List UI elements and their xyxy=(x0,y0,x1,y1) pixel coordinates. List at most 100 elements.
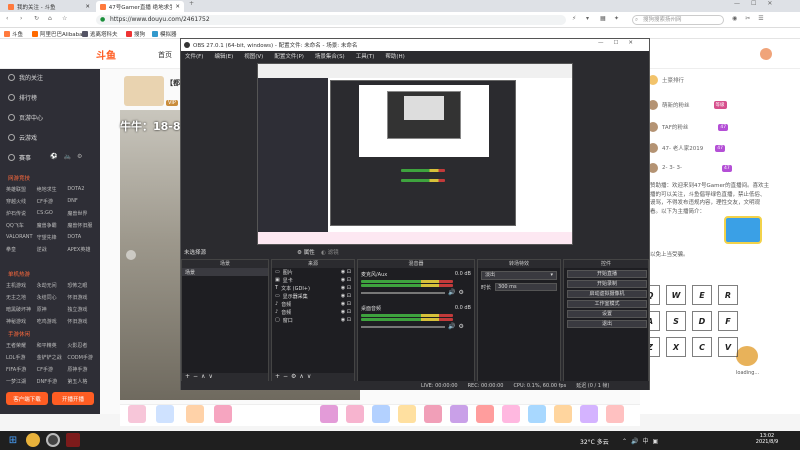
window-controls[interactable]: —☐✕ xyxy=(734,0,783,7)
sidebar-item-webgames[interactable]: 页游中心 xyxy=(8,112,43,122)
windows-start-icon[interactable]: ⊞ xyxy=(6,433,20,447)
exit-button[interactable]: 退出 xyxy=(567,320,647,328)
sidebar-game-link[interactable]: 炉石传说 xyxy=(6,210,37,217)
user-avatar[interactable] xyxy=(760,48,772,60)
forward-icon[interactable]: › xyxy=(20,15,22,22)
gift-item[interactable] xyxy=(372,405,390,423)
sidebar-game-link[interactable]: 拳皇 xyxy=(6,246,37,253)
sidebar-game-link[interactable]: 穿越火线 xyxy=(6,198,37,205)
sidebar-item-events[interactable]: 赛事 xyxy=(8,152,31,162)
search-input[interactable]: ⌕ 搜狗搜索扬州网 xyxy=(632,15,724,25)
tray-icons[interactable]: ⌃🔊中▣ xyxy=(622,436,662,445)
gift-item[interactable] xyxy=(554,405,572,423)
sidebar-game-link[interactable]: 原神手游 xyxy=(67,366,98,373)
chrome-icon[interactable] xyxy=(26,433,40,447)
gear-icon[interactable]: ⚙ xyxy=(458,323,463,330)
sidebar-game-link[interactable]: 恐怖之眼 xyxy=(67,282,98,289)
douyu-logo[interactable]: 斗鱼 xyxy=(96,47,130,62)
gift-item[interactable] xyxy=(156,405,174,423)
obs-preview[interactable] xyxy=(257,63,573,245)
sidebar-game-link[interactable]: DOTA2 xyxy=(67,186,98,193)
clock[interactable]: 13:02 2021/8/9 xyxy=(752,433,782,445)
sidebar-item-follow[interactable]: 我的关注 xyxy=(8,72,43,82)
source-item[interactable]: ♪ 音频 ◉ ⊡ xyxy=(272,300,354,308)
sidebar-game-link[interactable]: 独立游戏 xyxy=(67,306,98,313)
sidebar-game-link[interactable]: 第五人格 xyxy=(67,378,98,385)
sidebar-game-link[interactable]: 原神 xyxy=(37,306,68,313)
sidebar-game-link[interactable]: 魔兽争霸 xyxy=(37,222,68,229)
sidebar-game-link[interactable]: 无主之地 xyxy=(6,294,37,301)
gift-item[interactable] xyxy=(320,405,338,423)
streamer-avatar[interactable] xyxy=(124,76,164,106)
speaker-icon[interactable]: 🔊 xyxy=(448,289,455,296)
sidebar-game-link[interactable]: CF手游 xyxy=(37,198,68,205)
sidebar-game-link[interactable]: 绝地求生 xyxy=(37,186,68,193)
sidebar-game-link[interactable]: APEX英雄 xyxy=(67,246,98,253)
gift-item[interactable] xyxy=(214,405,232,423)
sidebar-game-link[interactable]: DNF手游 xyxy=(37,378,68,385)
home-icon[interactable]: ⌂ xyxy=(48,15,52,22)
sidebar-game-link[interactable]: LOL手游 xyxy=(6,354,37,361)
client-download-button[interactable]: 客户端下载 xyxy=(6,392,48,405)
sidebar-game-link[interactable]: 魔兽怀旧服 xyxy=(67,222,98,229)
sidebar-sport-icons[interactable]: ⚽🚲⚙ xyxy=(50,153,88,160)
transition-select[interactable]: 淡出 ▾ xyxy=(481,271,557,280)
sidebar-item-cloudgame[interactable]: 云游戏 xyxy=(8,132,37,142)
gift-item[interactable] xyxy=(128,405,146,423)
source-item[interactable]: ▣ 显卡 ◉ ⊡ xyxy=(272,276,354,284)
promo-badge-icon[interactable] xyxy=(724,216,762,244)
video-sound-icon[interactable] xyxy=(126,250,136,260)
rank-row[interactable]: 2- 3- 3- 47 xyxy=(648,163,732,173)
sidebar-game-link[interactable]: CF手游 xyxy=(37,366,68,373)
bolt-icon[interactable]: ⚡ xyxy=(572,15,576,22)
gift-item[interactable] xyxy=(346,405,364,423)
source-item[interactable]: ▭ 显示器采集 ◉ ⊡ xyxy=(272,292,354,300)
bookmark-item[interactable]: 阿里巴巴Alibaba xyxy=(32,29,83,38)
sidebar-game-link[interactable]: 守望先锋 xyxy=(37,234,68,241)
visibility-lock-icon[interactable]: ◉ ⊡ xyxy=(341,269,354,275)
sidebar-game-link[interactable]: 火影忍者 xyxy=(67,342,98,349)
bookmark-item[interactable]: 模拟器 xyxy=(152,29,177,38)
scene-item[interactable]: 场景 xyxy=(182,268,268,276)
rank-row[interactable]: 萌新的粉丝 等级 xyxy=(648,100,727,110)
sidebar-game-link[interactable]: 怀旧游戏 xyxy=(67,318,98,325)
toolbar-extension-icons[interactable]: ◉✂☰ xyxy=(732,15,772,22)
start-streaming-button[interactable]: 开始直播 xyxy=(567,270,647,278)
bookmark-item[interactable]: 逃离塔科夫 xyxy=(82,29,118,38)
sidebar-game-link[interactable]: 逆战 xyxy=(37,246,68,253)
sidebar-game-link[interactable]: DNF xyxy=(67,198,98,205)
gift-item[interactable] xyxy=(580,405,598,423)
menu-edit[interactable]: 编辑(E) xyxy=(214,52,233,60)
new-tab-icon[interactable]: + xyxy=(189,0,194,7)
gift-item[interactable] xyxy=(528,405,546,423)
sidebar-game-link[interactable]: 王者荣耀 xyxy=(6,342,37,349)
source-item[interactable]: ▢ 窗口 ◉ ⊡ xyxy=(272,316,354,324)
sidebar-item-ranking[interactable]: 排行榜 xyxy=(8,92,37,102)
rank-row[interactable]: 土豪排行 xyxy=(648,75,684,85)
sidebar-game-link[interactable]: 神秘游戏 xyxy=(6,318,37,325)
obs-taskbar-icon[interactable] xyxy=(46,433,60,447)
app-taskbar-icon[interactable] xyxy=(66,433,80,447)
browser-tab-follow[interactable]: 我的关注 - 斗鱼 ✕ xyxy=(4,1,94,12)
back-icon[interactable]: ‹ xyxy=(6,15,8,22)
virtual-camera-button[interactable]: 启动虚拟摄像机 xyxy=(567,290,647,298)
volume-slider[interactable] xyxy=(361,291,445,294)
sidebar-game-link[interactable]: 魔兽世界 xyxy=(67,210,98,217)
sidebar-game-link[interactable]: VALORANT xyxy=(6,234,37,241)
sidebar-game-link[interactable]: QQ飞车 xyxy=(6,222,37,229)
sidebar-game-link[interactable]: 和平精英 xyxy=(37,342,68,349)
rank-row[interactable]: TAF的粉丝 47 xyxy=(648,122,729,132)
sidebar-game-link[interactable]: CS:GO xyxy=(37,210,68,217)
properties-button[interactable]: ⚙ 属性 xyxy=(297,248,315,256)
dropdown-icon[interactable]: ▾ xyxy=(586,15,589,22)
duration-input[interactable]: 300 ms xyxy=(495,283,557,291)
sidebar-game-link[interactable]: FIFA手游 xyxy=(6,366,37,373)
start-stream-button[interactable]: 开播开播 xyxy=(52,392,94,405)
settings-button[interactable]: 设置 xyxy=(567,310,647,318)
source-item[interactable]: ▭ 图片 ◉ ⊡ xyxy=(272,268,354,276)
visibility-lock-icon[interactable]: ◉ ⊡ xyxy=(341,293,354,299)
visibility-lock-icon[interactable]: ◉ ⊡ xyxy=(341,285,354,291)
gift-item[interactable] xyxy=(502,405,520,423)
menu-file[interactable]: 文件(F) xyxy=(185,52,203,60)
refresh-icon[interactable]: ↻ xyxy=(34,15,39,22)
